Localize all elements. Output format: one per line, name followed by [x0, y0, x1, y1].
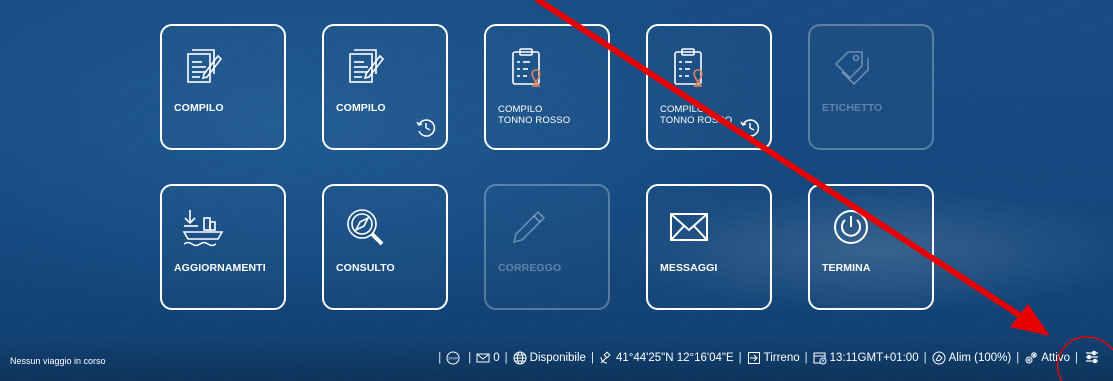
tile-label: CORREGGO: [498, 262, 562, 274]
trip-status-text: Nessun viaggio in corso: [10, 356, 106, 366]
tile-label: ETICHETTO: [822, 102, 883, 114]
zone-indicator[interactable]: Tirreno: [747, 351, 800, 365]
power-indicator[interactable]: Alim (100%): [932, 351, 1012, 365]
tile-termina[interactable]: TERMINA: [808, 184, 934, 310]
tile-label: COMPILO: [174, 102, 224, 114]
separator: |: [438, 352, 442, 364]
messages-indicator[interactable]: 0: [476, 351, 500, 365]
envelope-icon: [666, 204, 712, 250]
separator: |: [738, 352, 742, 364]
main-screen: COMPILO COMPILO COMPILO TONNO ROSSO COMP…: [0, 0, 1113, 381]
tile-label: CONSULTO: [336, 262, 395, 274]
tile-correggo[interactable]: CORREGGO: [484, 184, 610, 310]
separator: |: [590, 352, 594, 364]
tile-label: AGGIORNAMENTI: [174, 262, 266, 274]
power-supply-icon: [932, 351, 946, 365]
pencil-icon: [504, 204, 550, 250]
ship-download-icon: [180, 204, 226, 250]
separator: |: [468, 352, 472, 364]
separator: |: [923, 352, 927, 364]
edit-document-icon: [180, 44, 226, 90]
clipboard-fish-icon: [666, 44, 712, 90]
tile-compilo-tonno-rosso-history[interactable]: COMPILO TONNO ROSSO: [646, 24, 772, 150]
tile-label-line2: TONNO ROSSO: [498, 115, 571, 126]
power-icon: [828, 204, 874, 250]
settings-sliders-icon[interactable]: [1085, 350, 1099, 364]
svg-text:STOP: STOP: [448, 357, 458, 361]
separator: |: [804, 352, 808, 364]
zone-enter-icon: [747, 352, 760, 364]
tile-compilo-history[interactable]: COMPILO: [322, 24, 448, 150]
clipboard-fish-icon: [504, 44, 550, 90]
separator: |: [1075, 352, 1078, 364]
service-status: Attivo: [1041, 352, 1070, 364]
tile-label: TERMINA: [822, 262, 871, 274]
history-clock-icon: [738, 116, 762, 140]
envelope-icon: [476, 353, 490, 363]
tags-icon: [828, 44, 874, 90]
gears-icon: [1025, 352, 1038, 364]
messages-count: 0: [493, 352, 500, 364]
tile-label: MESSAGGI: [660, 262, 718, 274]
time-indicator[interactable]: 13:11GMT+01:00: [813, 351, 919, 365]
separator: |: [1016, 352, 1020, 364]
gps-coordinates: 41°44'25"N 12°16'04"E: [615, 352, 734, 364]
calendar-clock-icon: [813, 352, 827, 365]
history-clock-icon: [414, 116, 438, 140]
satellite-icon: [600, 351, 611, 364]
tile-consulto[interactable]: CONSULTO: [322, 184, 448, 310]
tile-label: COMPILO TONNO ROSSO: [498, 104, 608, 126]
power-value: Alim (100%): [948, 352, 1012, 364]
stop-icon[interactable]: STOP: [446, 351, 463, 365]
service-indicator[interactable]: Attivo: [1024, 351, 1070, 365]
tile-compilo[interactable]: COMPILO: [160, 24, 286, 150]
tile-label: COMPILO: [336, 102, 386, 114]
tile-compilo-tonno-rosso[interactable]: COMPILO TONNO ROSSO: [484, 24, 610, 150]
tile-messaggi[interactable]: MESSAGGI: [646, 184, 772, 310]
globe-icon: [513, 351, 527, 365]
edit-document-icon: [342, 44, 388, 90]
compass-search-icon: [342, 204, 388, 250]
status-indicators: | STOP | 0 | Disponibile | 41°44'25"N 12…: [433, 349, 1083, 367]
tile-label-line1: COMPILO: [660, 104, 705, 115]
network-status: Disponibile: [529, 352, 586, 364]
tile-label-line1: COMPILO: [498, 104, 543, 115]
separator: |: [504, 352, 508, 364]
zone-name: Tirreno: [763, 352, 800, 364]
tile-aggiornamenti[interactable]: AGGIORNAMENTI: [160, 184, 286, 310]
gps-indicator[interactable]: 41°44'25"N 12°16'04"E: [599, 351, 734, 365]
tile-etichetto[interactable]: ETICHETTO: [808, 24, 934, 150]
time-value: 13:11GMT+01:00: [829, 352, 919, 364]
network-indicator[interactable]: Disponibile: [513, 351, 586, 365]
